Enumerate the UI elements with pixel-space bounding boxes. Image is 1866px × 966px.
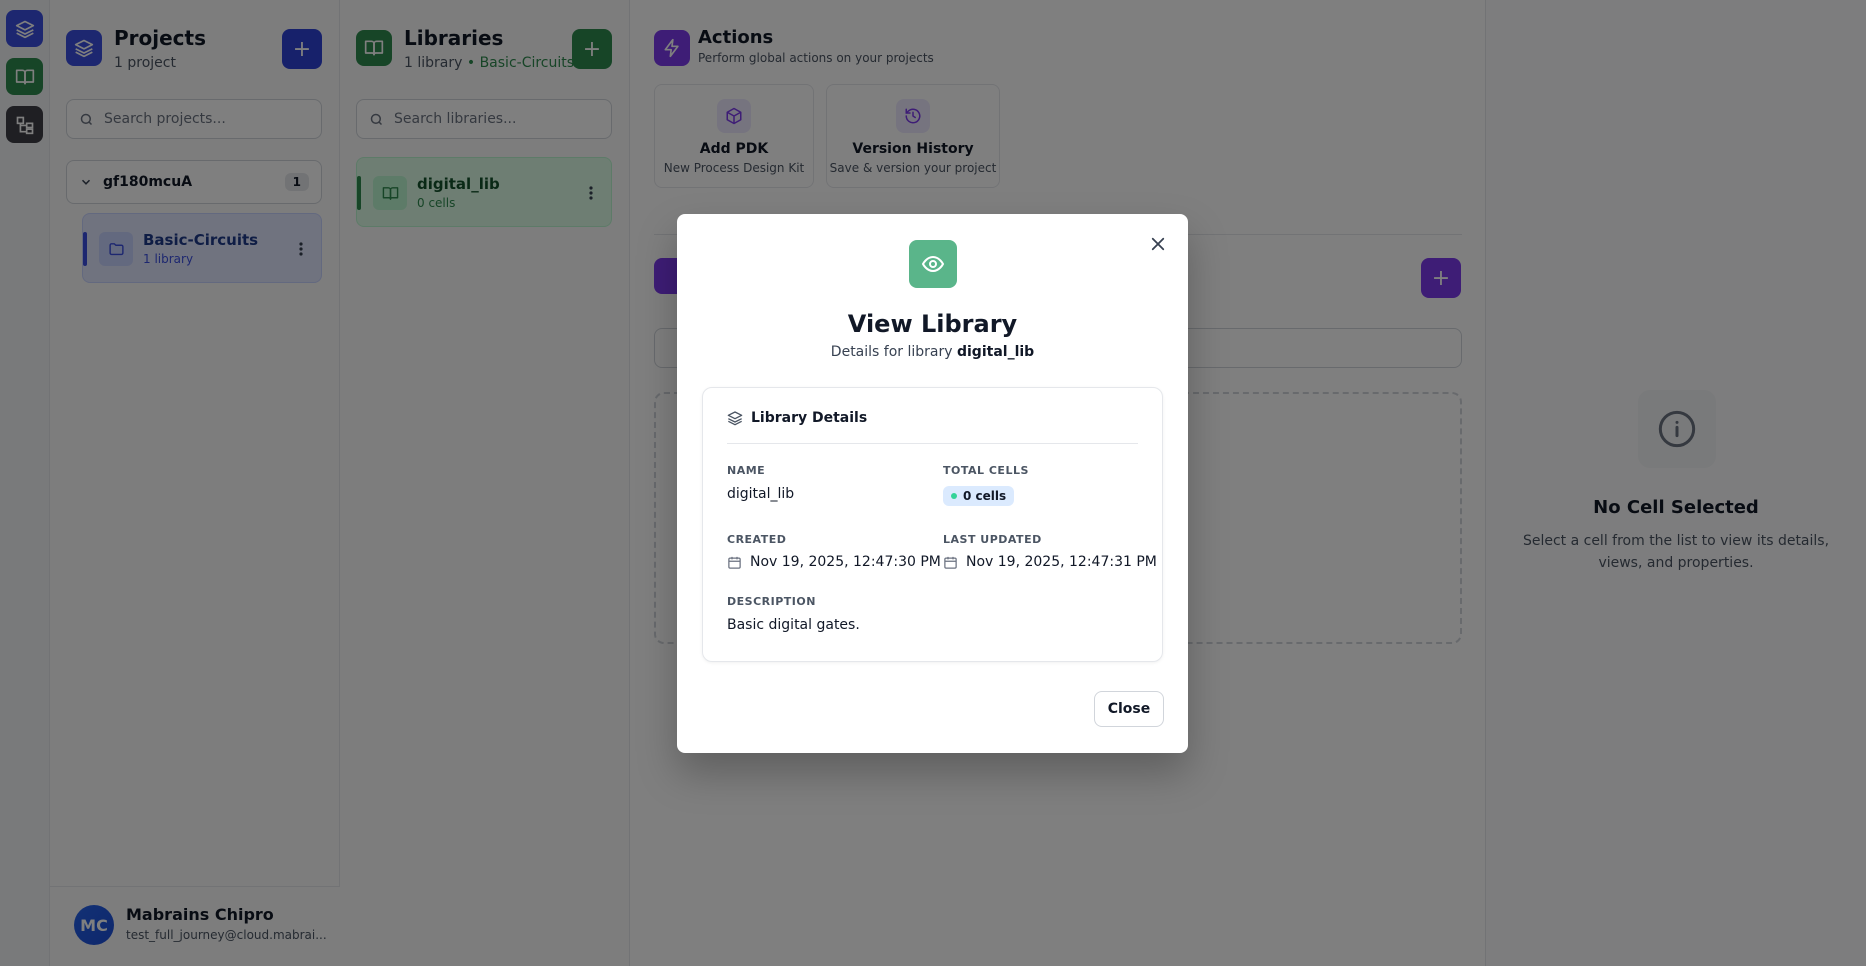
- modal-close-button[interactable]: [1144, 230, 1172, 258]
- status-dot: [951, 493, 957, 499]
- description-value: Basic digital gates.: [727, 617, 860, 633]
- created-text: Nov 19, 2025, 12:47:30 PM: [750, 554, 941, 570]
- description-label: DESCRIPTION: [727, 595, 816, 608]
- modal-title: View Library: [847, 310, 1018, 338]
- total-cells-text: 0 cells: [963, 489, 1007, 503]
- last-updated-value: Nov 19, 2025, 12:47:31 PM: [943, 554, 1157, 570]
- app-root: Projects 1 project + gf180mcuA 1 Basic-C…: [0, 0, 1866, 966]
- library-details-header: Library Details: [727, 410, 1138, 444]
- last-updated-label: LAST UPDATED: [943, 533, 1042, 546]
- total-cells-label: TOTAL CELLS: [943, 464, 1029, 477]
- status-badge: 0 cells: [943, 486, 1015, 506]
- name-label: NAME: [727, 464, 766, 477]
- close-button[interactable]: Close: [1094, 691, 1164, 727]
- close-icon: [1151, 237, 1165, 251]
- created-value: Nov 19, 2025, 12:47:30 PM: [727, 554, 941, 570]
- layers-icon: [727, 411, 743, 426]
- name-value: digital_lib: [727, 486, 795, 502]
- calendar-icon: [728, 556, 741, 569]
- modal-subtitle-prefix: Details for library: [830, 344, 957, 360]
- modal-subtitle-name: digital_lib: [956, 344, 1035, 360]
- view-library-modal: View Library Details for library digital…: [677, 214, 1188, 753]
- created-label: CREATED: [727, 533, 787, 546]
- total-cells-value: 0 cells: [943, 486, 1015, 506]
- eye-icon: [921, 255, 945, 273]
- modal-subtitle: Details for library digital_lib: [677, 344, 1188, 360]
- calendar-icon: [944, 556, 957, 569]
- last-updated-text: Nov 19, 2025, 12:47:31 PM: [966, 554, 1157, 570]
- library-details-card: Library Details NAME digital_lib TOTAL C…: [702, 387, 1163, 662]
- modal-icon: [909, 240, 957, 288]
- library-details-title: Library Details: [751, 410, 868, 426]
